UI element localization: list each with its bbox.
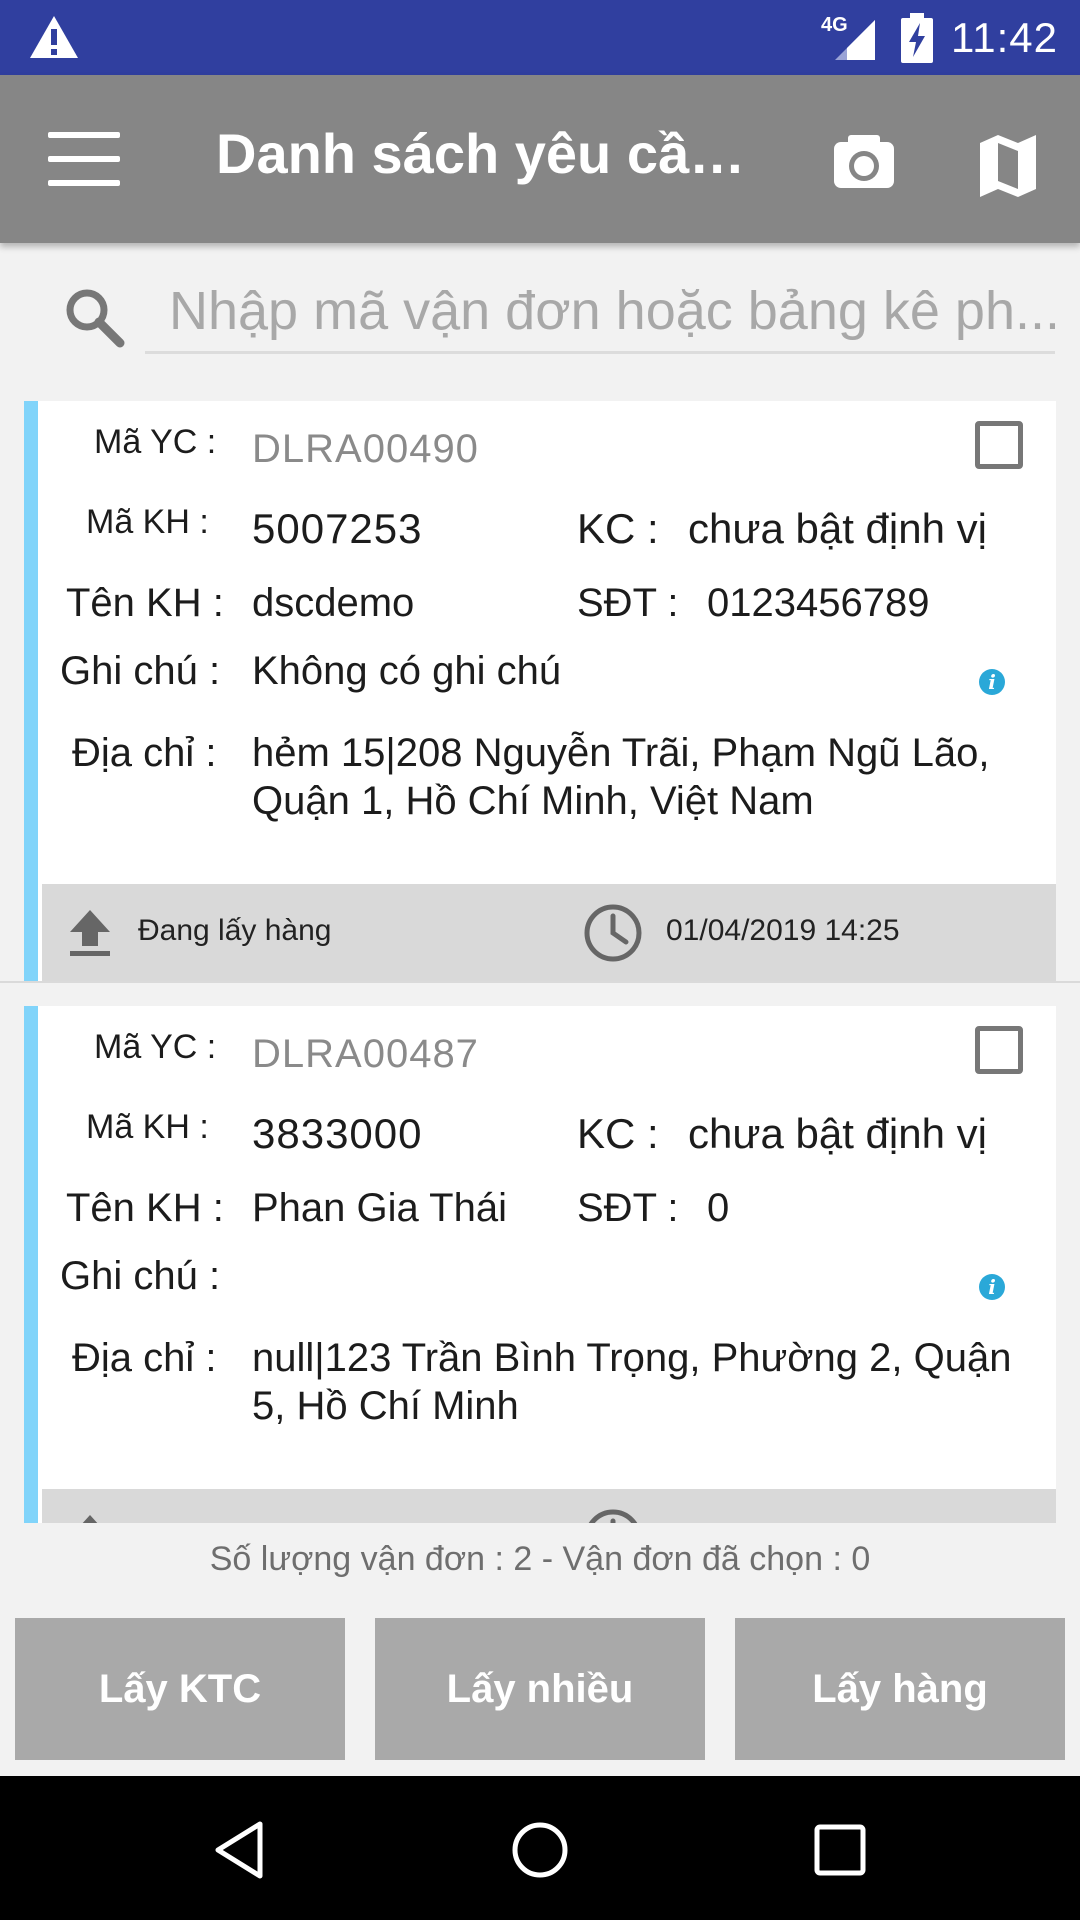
info-icon[interactable]: i xyxy=(979,669,1005,695)
card-footer xyxy=(42,1489,1056,1523)
home-icon[interactable] xyxy=(510,1820,570,1880)
card-accent xyxy=(24,1006,38,1523)
phone-value: 0 xyxy=(707,1186,730,1230)
clock-icon xyxy=(588,1509,638,1523)
upload-icon xyxy=(82,1515,98,1523)
datetime-text: 01/04/2019 14:25 xyxy=(666,914,900,947)
label-ten-kh: Tên KH : xyxy=(66,581,224,625)
info-icon[interactable]: i xyxy=(979,1274,1005,1300)
label-ma-yc: Mã YC : xyxy=(94,423,217,461)
request-code: DLRA00490 xyxy=(252,427,479,471)
label-dia-chi: Địa chỉ : xyxy=(72,1336,217,1380)
label-sdt: SĐT : xyxy=(577,1186,679,1230)
status-bar: 4G 11:42 xyxy=(0,0,1080,75)
label-ma-kh: Mã KH : xyxy=(86,503,209,541)
battery-icon xyxy=(901,12,933,63)
app-toolbar: Danh sách yêu cầu... xyxy=(0,75,1080,243)
request-code: DLRA00487 xyxy=(252,1032,479,1076)
distance-value: chưa bật định vị xyxy=(688,505,987,552)
back-icon[interactable] xyxy=(210,1820,270,1880)
clock-icon xyxy=(584,904,642,962)
card-footer: Đang lấy hàng 01/04/2019 14:25 xyxy=(42,884,1056,982)
request-card[interactable]: Mã YC : DLRA00490 Mã KH : 5007253 KC : c… xyxy=(24,401,1056,983)
address-line-1: hẻm 15|208 Nguyễn Trãi, Phạm Ngũ Lão, xyxy=(252,731,990,775)
status-text: Đang lấy hàng xyxy=(138,914,332,947)
label-ten-kh: Tên KH : xyxy=(66,1186,224,1230)
upload-icon xyxy=(70,910,110,956)
search-input[interactable] xyxy=(145,280,1055,354)
address-line-1: null|123 Trần Bình Trọng, Phường 2, Quận xyxy=(252,1336,1012,1380)
customer-name: dscdemo xyxy=(252,581,415,625)
customer-code: 3833000 xyxy=(252,1110,423,1157)
lay-nhieu-button[interactable]: Lấy nhiều xyxy=(375,1618,705,1760)
recents-icon[interactable] xyxy=(810,1820,870,1880)
label-dia-chi: Địa chỉ : xyxy=(72,731,217,775)
customer-code: 5007253 xyxy=(252,505,423,552)
label-kc: KC : xyxy=(577,505,659,552)
distance-value: chưa bật định vị xyxy=(688,1110,987,1157)
signal-icon: 4G xyxy=(821,14,877,62)
lay-ktc-button[interactable]: Lấy KTC xyxy=(15,1618,345,1760)
system-nav-bar xyxy=(0,1776,1080,1920)
request-card[interactable]: Mã YC : DLRA00487 Mã KH : 3833000 KC : c… xyxy=(24,1006,1056,1523)
select-checkbox[interactable] xyxy=(975,1026,1023,1074)
label-ghi-chu: Ghi chú : xyxy=(60,649,221,693)
page-title: Danh sách yêu cầu... xyxy=(216,122,756,185)
label-ma-yc: Mã YC : xyxy=(94,1028,217,1066)
clock: 11:42 xyxy=(951,13,1058,61)
menu-icon[interactable] xyxy=(40,125,128,193)
address-line-2: 5, Hồ Chí Minh xyxy=(252,1384,519,1428)
label-ma-kh: Mã KH : xyxy=(86,1108,209,1146)
camera-icon[interactable] xyxy=(824,125,904,205)
request-list: Mã YC : DLRA00490 Mã KH : 5007253 KC : c… xyxy=(0,385,1080,1523)
search-bar xyxy=(0,243,1080,385)
selection-summary: Số lượng vận đơn : 2 - Vận đơn đã chọn :… xyxy=(209,1540,871,1578)
list-divider xyxy=(0,981,1080,983)
address-line-2: Quận 1, Hồ Chí Minh, Việt Nam xyxy=(252,779,814,823)
search-icon xyxy=(66,289,125,348)
note-value: Không có ghi chú xyxy=(252,649,562,693)
select-checkbox[interactable] xyxy=(975,421,1023,469)
map-icon[interactable] xyxy=(968,125,1048,205)
card-accent xyxy=(24,401,38,983)
customer-name: Phan Gia Thái xyxy=(252,1186,507,1230)
phone-value: 0123456789 xyxy=(707,581,930,625)
label-ghi-chu: Ghi chú : xyxy=(60,1254,221,1298)
label-sdt: SĐT : xyxy=(577,581,679,625)
label-kc: KC : xyxy=(577,1110,659,1157)
warning-icon xyxy=(30,16,78,58)
lay-hang-button[interactable]: Lấy hàng xyxy=(735,1618,1065,1760)
